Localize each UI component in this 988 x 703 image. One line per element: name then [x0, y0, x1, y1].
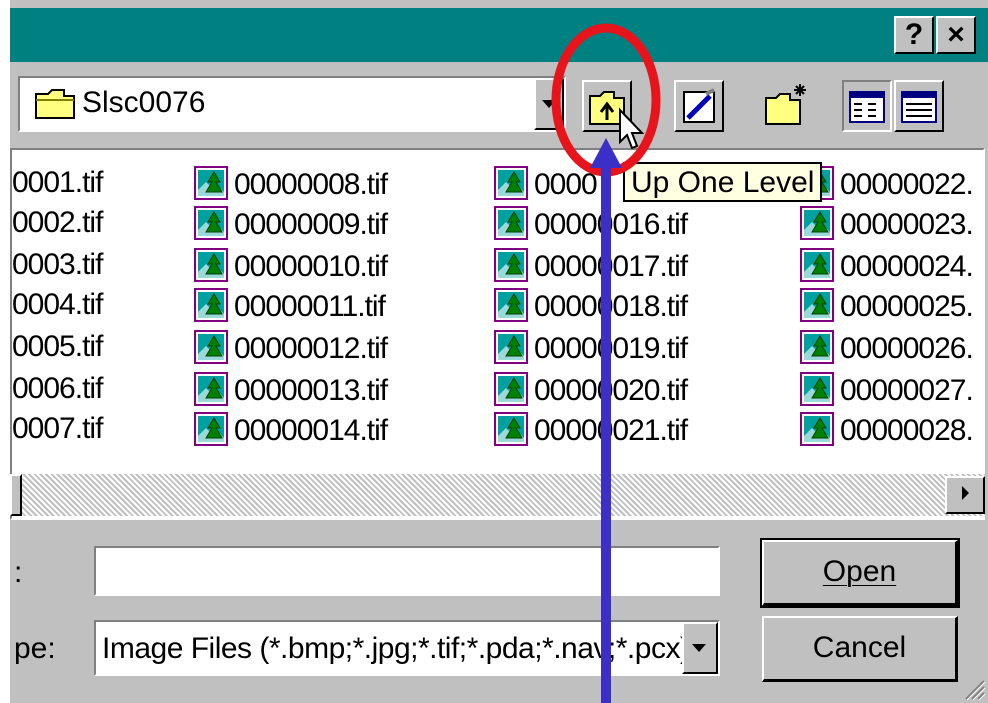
- mouse-cursor-icon: [619, 107, 645, 150]
- pointer-arrow-head: [590, 138, 622, 168]
- annotation-overlay: [551, 23, 661, 703]
